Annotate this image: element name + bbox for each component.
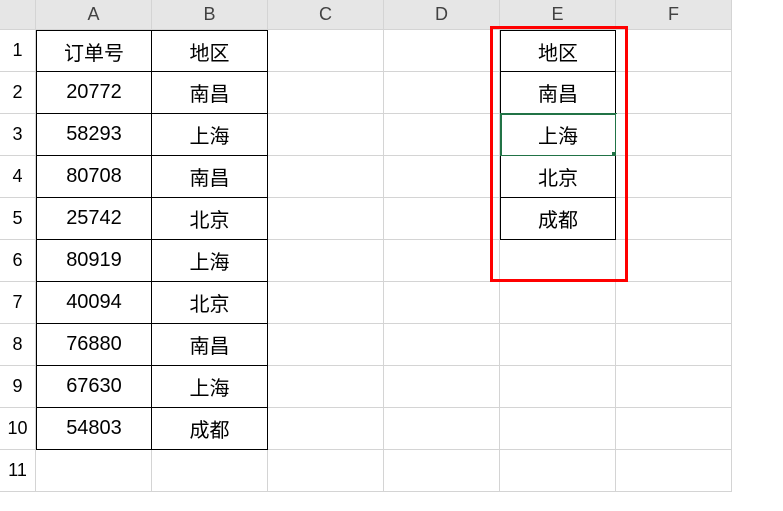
col-header-E[interactable]: E <box>500 0 616 30</box>
col-header-F[interactable]: F <box>616 0 732 30</box>
cell-E4[interactable]: 北京 <box>500 156 616 198</box>
col-header-C[interactable]: C <box>268 0 384 30</box>
cell-B6[interactable]: 上海 <box>152 240 268 282</box>
spreadsheet-grid[interactable]: ABCDEF1订单号地区地区220772南昌南昌358293上海上海480708… <box>0 0 732 492</box>
cell-E8[interactable] <box>500 324 616 366</box>
cell-C2[interactable] <box>268 72 384 114</box>
cell-C6[interactable] <box>268 240 384 282</box>
cell-A5[interactable]: 25742 <box>36 198 152 240</box>
cell-A9[interactable]: 67630 <box>36 366 152 408</box>
cell-D1[interactable] <box>384 30 500 72</box>
cell-D4[interactable] <box>384 156 500 198</box>
row-header-3[interactable]: 3 <box>0 114 36 156</box>
cell-E1[interactable]: 地区 <box>500 30 616 72</box>
cell-D9[interactable] <box>384 366 500 408</box>
cell-A1[interactable]: 订单号 <box>36 30 152 72</box>
cell-B4[interactable]: 南昌 <box>152 156 268 198</box>
cell-B7[interactable]: 北京 <box>152 282 268 324</box>
cell-E6[interactable] <box>500 240 616 282</box>
cell-B10[interactable]: 成都 <box>152 408 268 450</box>
cell-D2[interactable] <box>384 72 500 114</box>
cell-B3[interactable]: 上海 <box>152 114 268 156</box>
cell-D3[interactable] <box>384 114 500 156</box>
cell-D6[interactable] <box>384 240 500 282</box>
cell-A11[interactable] <box>36 450 152 492</box>
cell-B1[interactable]: 地区 <box>152 30 268 72</box>
cell-C1[interactable] <box>268 30 384 72</box>
cell-B8[interactable]: 南昌 <box>152 324 268 366</box>
select-all-corner[interactable] <box>0 0 36 30</box>
cell-D11[interactable] <box>384 450 500 492</box>
cell-F5[interactable] <box>616 198 732 240</box>
row-header-7[interactable]: 7 <box>0 282 36 324</box>
cell-C5[interactable] <box>268 198 384 240</box>
cell-E7[interactable] <box>500 282 616 324</box>
row-header-5[interactable]: 5 <box>0 198 36 240</box>
cell-D7[interactable] <box>384 282 500 324</box>
cell-C3[interactable] <box>268 114 384 156</box>
cell-F10[interactable] <box>616 408 732 450</box>
cell-B2[interactable]: 南昌 <box>152 72 268 114</box>
cell-E2[interactable]: 南昌 <box>500 72 616 114</box>
cell-E5[interactable]: 成都 <box>500 198 616 240</box>
cell-A3[interactable]: 58293 <box>36 114 152 156</box>
cell-F11[interactable] <box>616 450 732 492</box>
row-header-6[interactable]: 6 <box>0 240 36 282</box>
cell-F4[interactable] <box>616 156 732 198</box>
cell-C8[interactable] <box>268 324 384 366</box>
cell-E11[interactable] <box>500 450 616 492</box>
cell-F2[interactable] <box>616 72 732 114</box>
row-header-2[interactable]: 2 <box>0 72 36 114</box>
col-header-A[interactable]: A <box>36 0 152 30</box>
cell-A2[interactable]: 20772 <box>36 72 152 114</box>
row-header-8[interactable]: 8 <box>0 324 36 366</box>
cell-F8[interactable] <box>616 324 732 366</box>
cell-C9[interactable] <box>268 366 384 408</box>
cell-A4[interactable]: 80708 <box>36 156 152 198</box>
cell-F3[interactable] <box>616 114 732 156</box>
cell-B9[interactable]: 上海 <box>152 366 268 408</box>
cell-F6[interactable] <box>616 240 732 282</box>
cell-F1[interactable] <box>616 30 732 72</box>
row-header-11[interactable]: 11 <box>0 450 36 492</box>
col-header-D[interactable]: D <box>384 0 500 30</box>
row-header-10[interactable]: 10 <box>0 408 36 450</box>
cell-A10[interactable]: 54803 <box>36 408 152 450</box>
cell-E10[interactable] <box>500 408 616 450</box>
cell-B11[interactable] <box>152 450 268 492</box>
cell-D8[interactable] <box>384 324 500 366</box>
row-header-9[interactable]: 9 <box>0 366 36 408</box>
cell-E9[interactable] <box>500 366 616 408</box>
row-header-1[interactable]: 1 <box>0 30 36 72</box>
cell-F7[interactable] <box>616 282 732 324</box>
cell-E3[interactable]: 上海 <box>500 114 616 156</box>
cell-B5[interactable]: 北京 <box>152 198 268 240</box>
cell-A8[interactable]: 76880 <box>36 324 152 366</box>
cell-C4[interactable] <box>268 156 384 198</box>
cell-D10[interactable] <box>384 408 500 450</box>
row-header-4[interactable]: 4 <box>0 156 36 198</box>
cell-C10[interactable] <box>268 408 384 450</box>
cell-D5[interactable] <box>384 198 500 240</box>
cell-A6[interactable]: 80919 <box>36 240 152 282</box>
cell-C11[interactable] <box>268 450 384 492</box>
cell-C7[interactable] <box>268 282 384 324</box>
cell-A7[interactable]: 40094 <box>36 282 152 324</box>
cell-F9[interactable] <box>616 366 732 408</box>
col-header-B[interactable]: B <box>152 0 268 30</box>
